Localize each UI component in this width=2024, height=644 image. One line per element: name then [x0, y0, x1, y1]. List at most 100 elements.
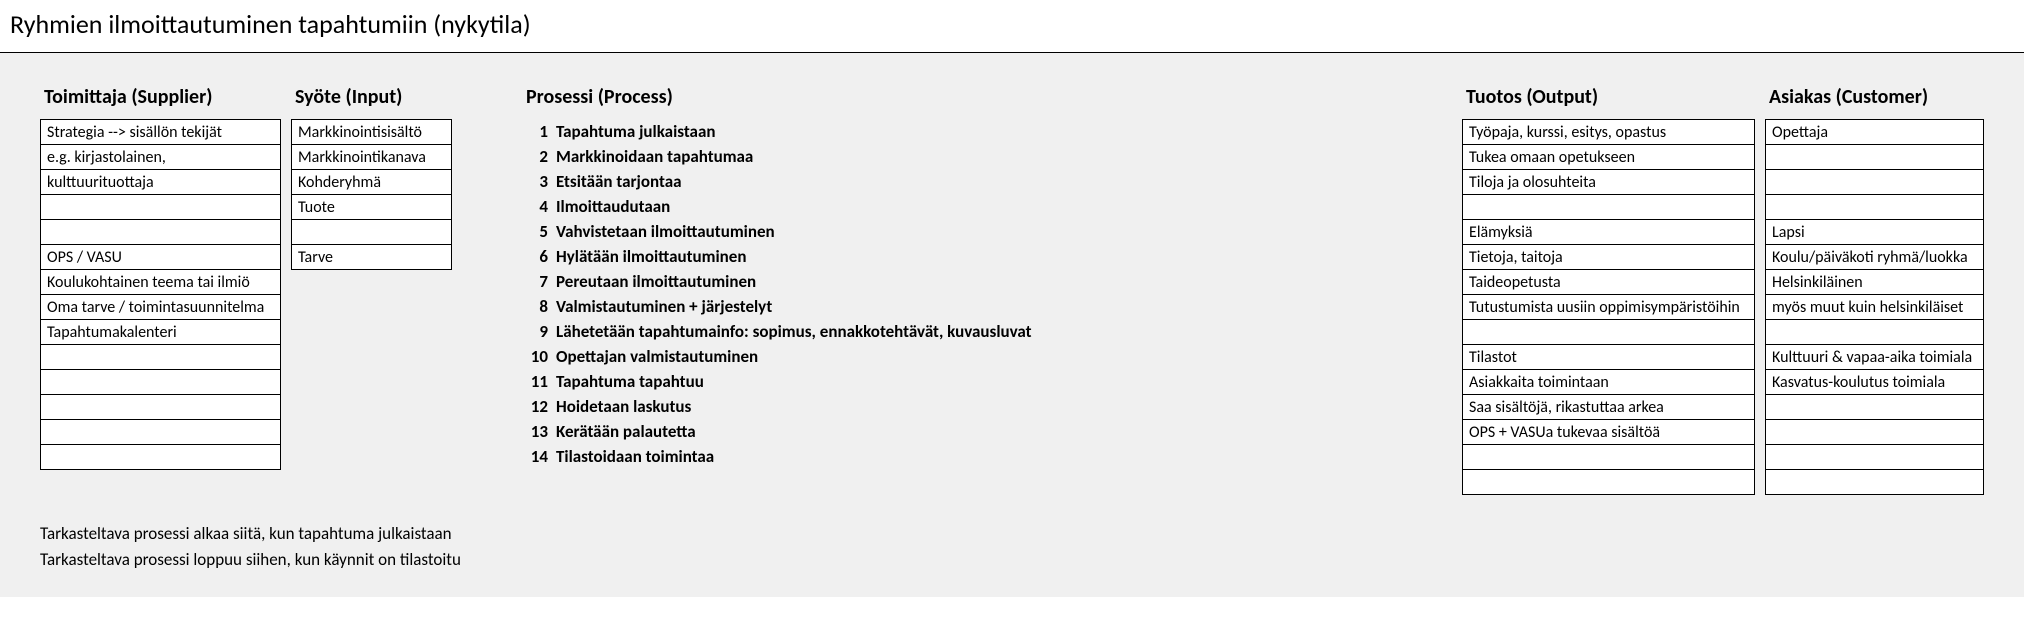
customer-table: Opettaja LapsiKoulu/päiväkoti ryhmä/luok… — [1765, 119, 1984, 495]
output-table: Työpaja, kurssi, esitys, opastusTukea om… — [1462, 119, 1755, 495]
customer-cell: myös muut kuin helsinkiläiset — [1766, 295, 1984, 320]
input-cell: Tarve — [292, 245, 452, 270]
process-step-label: Kerätään palautetta — [556, 419, 696, 444]
customer-cell — [1766, 145, 1984, 170]
output-cell: Elämyksiä — [1463, 220, 1755, 245]
output-cell: Tietoja, taitoja — [1463, 245, 1755, 270]
input-table: MarkkinointisisältöMarkkinointikanavaKoh… — [291, 119, 452, 270]
process-step: 5 Vahvistetaan ilmoittautuminen — [522, 219, 1032, 244]
process-step-number: 3 — [522, 169, 548, 194]
output-cell: Taideopetusta — [1463, 270, 1755, 295]
supplier-cell: kulttuurituottaja — [41, 170, 281, 195]
output-cell: Tukea omaan opetukseen — [1463, 145, 1755, 170]
process-step: 2Markkinoidaan tapahtumaa — [522, 144, 1032, 169]
process-step-number: 12 — [522, 394, 548, 419]
input-header: Syöte (Input) — [291, 79, 452, 119]
process-step-label: Tapahtuma tapahtuu — [556, 369, 704, 394]
process-step-label: Ilmoittaudutaan — [556, 194, 670, 219]
customer-header: Asiakas (Customer) — [1765, 79, 1984, 119]
page-title: Ryhmien ilmoittautuminen tapahtumiin (ny… — [0, 0, 2024, 44]
process-step-label: Tapahtuma julkaistaan — [556, 119, 715, 144]
customer-cell: Lapsi — [1766, 220, 1984, 245]
note-end: Tarkasteltava prosessi loppuu siihen, ku… — [40, 547, 1984, 573]
process-step-number: 7 — [522, 269, 548, 294]
supplier-cell — [41, 445, 281, 470]
customer-cell — [1766, 320, 1984, 345]
process-step-number: 9 — [522, 319, 548, 344]
process-step-number: 6 — [522, 244, 548, 269]
process-step: 1Tapahtuma julkaistaan — [522, 119, 1032, 144]
supplier-cell — [41, 220, 281, 245]
customer-cell: Kasvatus-koulutus toimiala — [1766, 370, 1984, 395]
supplier-cell — [41, 395, 281, 420]
process-list: 1Tapahtuma julkaistaan2Markkinoidaan tap… — [522, 119, 1032, 469]
customer-column: Asiakas (Customer) Opettaja LapsiKoulu/p… — [1765, 79, 1984, 495]
process-step-label: Valmistautuminen + järjestelyt — [556, 294, 772, 319]
supplier-cell: Koulukohtainen teema tai ilmiö — [41, 270, 281, 295]
output-cell: Asiakkaita toimintaan — [1463, 370, 1755, 395]
sipoc-diagram: Toimittaja (Supplier) Strategia --> sisä… — [0, 52, 2024, 597]
process-column: Prosessi (Process) 1Tapahtuma julkaistaa… — [462, 79, 1062, 469]
process-step-number: 10 — [522, 344, 548, 369]
output-cell — [1463, 195, 1755, 220]
process-step: 14Tilastoidaan toimintaa — [522, 444, 1032, 469]
output-cell: Saa sisältöjä, rikastuttaa arkea — [1463, 395, 1755, 420]
supplier-cell: e.g. kirjastolainen, — [41, 145, 281, 170]
customer-cell — [1766, 420, 1984, 445]
process-header: Prosessi (Process) — [522, 79, 1032, 119]
process-step: 4 Ilmoittaudutaan — [522, 194, 1032, 219]
process-step-label: Vahvistetaan ilmoittautuminen — [556, 219, 775, 244]
input-cell: Kohderyhmä — [292, 170, 452, 195]
process-step: 6 Hylätään ilmoittautuminen — [522, 244, 1032, 269]
process-step: 3 Etsitään tarjontaa — [522, 169, 1032, 194]
output-cell — [1463, 320, 1755, 345]
process-step-label: Hylätään ilmoittautuminen — [556, 244, 747, 269]
note-start: Tarkasteltava prosessi alkaa siitä, kun … — [40, 521, 1984, 547]
process-step-label: Hoidetaan laskutus — [556, 394, 691, 419]
output-column: Tuotos (Output) Työpaja, kurssi, esitys,… — [1462, 79, 1755, 495]
process-step-label: Etsitään tarjontaa — [556, 169, 682, 194]
input-column: Syöte (Input) MarkkinointisisältöMarkkin… — [291, 79, 452, 270]
output-cell: Työpaja, kurssi, esitys, opastus — [1463, 120, 1755, 145]
supplier-cell: OPS / VASU — [41, 245, 281, 270]
process-step-number: 5 — [522, 219, 548, 244]
output-cell: OPS + VASUa tukevaa sisältöä — [1463, 420, 1755, 445]
process-step: 13 Kerätään palautetta — [522, 419, 1032, 444]
process-step: 10 Opettajan valmistautuminen — [522, 344, 1032, 369]
output-cell: Tilastot — [1463, 345, 1755, 370]
output-cell — [1463, 470, 1755, 495]
process-step-number: 8 — [522, 294, 548, 319]
supplier-cell — [41, 345, 281, 370]
customer-cell — [1766, 445, 1984, 470]
process-step-number: 13 — [522, 419, 548, 444]
process-step: 11 Tapahtuma tapahtuu — [522, 369, 1032, 394]
process-notes: Tarkasteltava prosessi alkaa siitä, kun … — [40, 521, 1984, 573]
supplier-cell — [41, 195, 281, 220]
supplier-cell — [41, 420, 281, 445]
input-cell: Markkinointisisältö — [292, 120, 452, 145]
customer-cell: Koulu/päiväkoti ryhmä/luokka — [1766, 245, 1984, 270]
input-cell: Tuote — [292, 195, 452, 220]
process-step: 9 Lähetetään tapahtumainfo: sopimus, enna… — [522, 319, 1032, 344]
supplier-column: Toimittaja (Supplier) Strategia --> sisä… — [40, 79, 281, 470]
process-step-label: Lähetetään tapahtumainfo: sopimus, ennak… — [556, 319, 1032, 344]
supplier-cell: Oma tarve / toimintasuunnitelma — [41, 295, 281, 320]
process-step-number: 2 — [522, 144, 548, 169]
output-cell: Tutustumista uusiin oppimisympäristöihin — [1463, 295, 1755, 320]
output-cell — [1463, 445, 1755, 470]
customer-cell — [1766, 170, 1984, 195]
customer-cell: Opettaja — [1766, 120, 1984, 145]
process-step: 7Pereutaan ilmoittautuminen — [522, 269, 1032, 294]
customer-cell — [1766, 470, 1984, 495]
process-step-number: 4 — [522, 194, 548, 219]
process-step-number: 14 — [522, 444, 548, 469]
process-step: 12 Hoidetaan laskutus — [522, 394, 1032, 419]
process-step: 8 Valmistautuminen + järjestelyt — [522, 294, 1032, 319]
supplier-cell: Strategia --> sisällön tekijät — [41, 120, 281, 145]
supplier-header: Toimittaja (Supplier) — [40, 79, 281, 119]
customer-cell: Helsinkiläinen — [1766, 270, 1984, 295]
input-cell: Markkinointikanava — [292, 145, 452, 170]
customer-cell: Kulttuuri & vapaa-aika toimiala — [1766, 345, 1984, 370]
process-step-number: 11 — [522, 369, 548, 394]
process-step-label: Opettajan valmistautuminen — [556, 344, 758, 369]
